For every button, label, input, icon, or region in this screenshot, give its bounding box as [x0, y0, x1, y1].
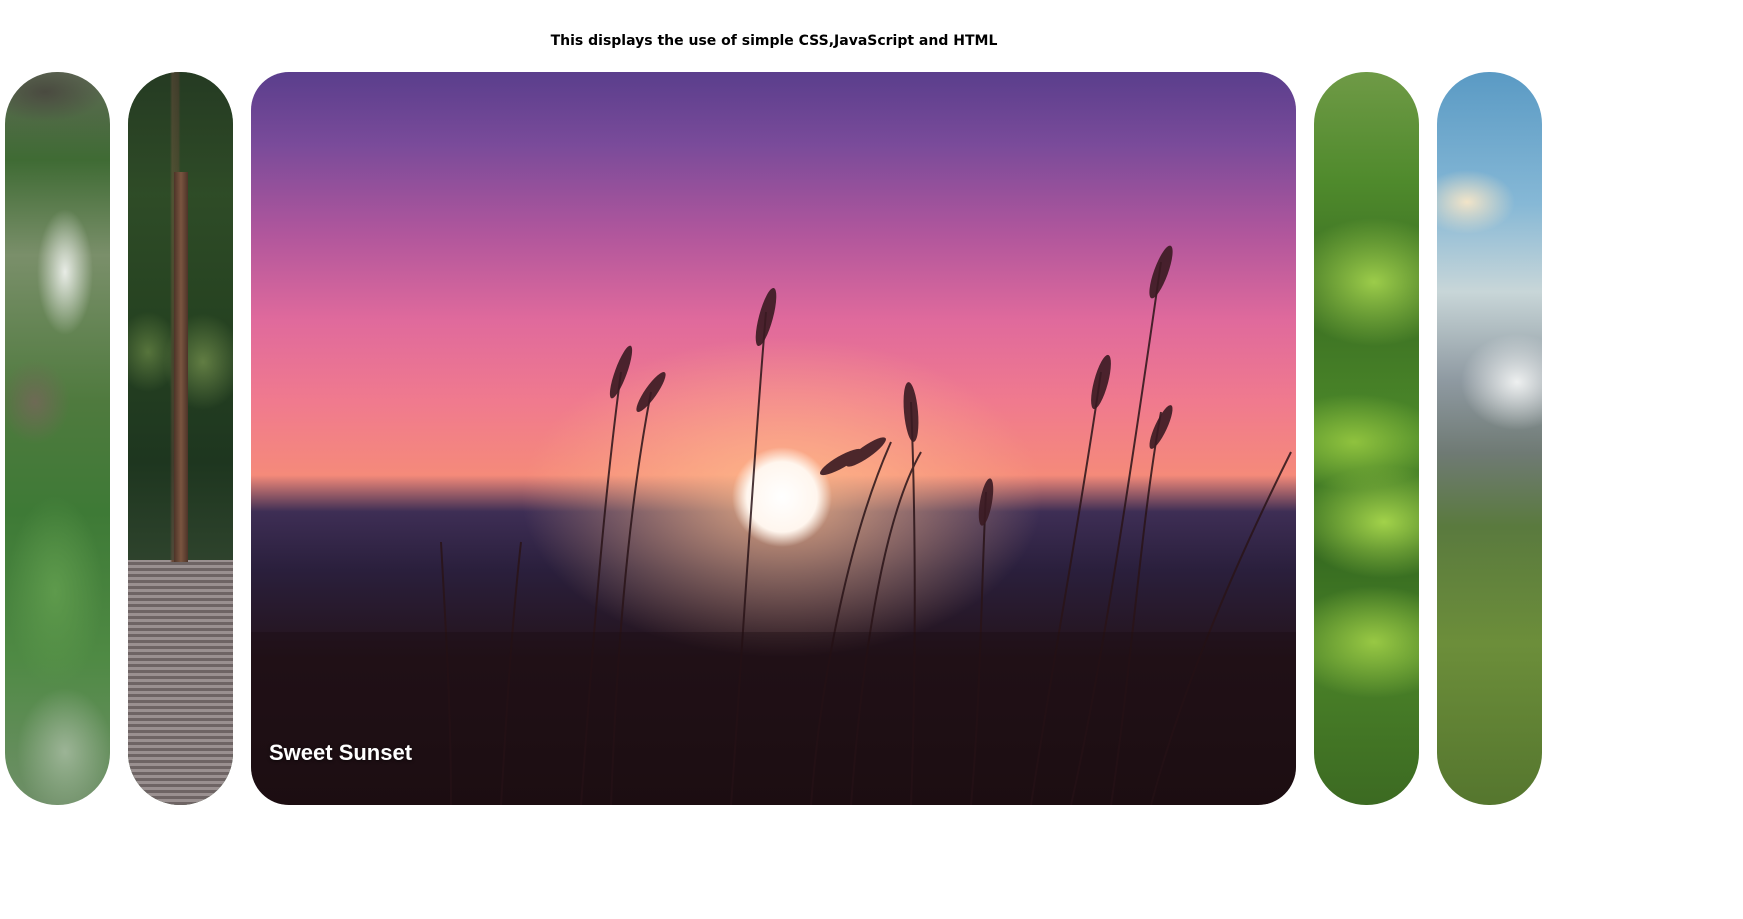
page-heading: This displays the use of simple CSS,Java… [550, 33, 998, 49]
image-panel-mountain-sky[interactable] [1437, 72, 1542, 805]
mountain-sky-photo [1437, 72, 1542, 805]
sunset-photo [251, 72, 1296, 805]
panel-caption: Sweet Sunset [269, 740, 413, 765]
image-panel-forest-bridge[interactable] [128, 72, 233, 805]
forest-bridge-photo [128, 72, 233, 805]
image-panel-sunset[interactable]: Sweet Sunset [251, 72, 1296, 805]
image-panel-forest-path[interactable] [5, 72, 110, 805]
grass-silhouette [251, 245, 1296, 805]
image-panel-green-hills[interactable] [1314, 72, 1419, 805]
green-hills-photo [1314, 72, 1419, 805]
forest-path-photo [5, 72, 110, 805]
